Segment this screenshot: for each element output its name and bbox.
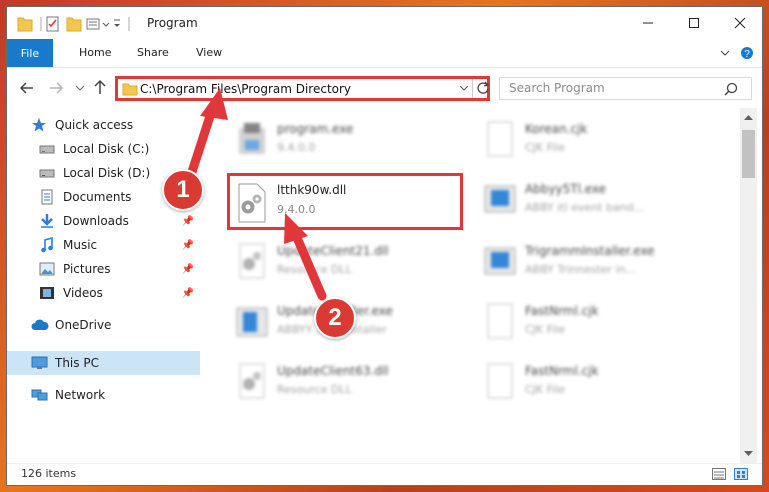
arrow-2-icon <box>284 213 327 301</box>
step-badge-2: 2 <box>314 297 356 339</box>
arrow-1-icon <box>185 88 228 183</box>
annotation-arrows <box>185 88 327 301</box>
step-badge-1: 1 <box>162 169 204 211</box>
